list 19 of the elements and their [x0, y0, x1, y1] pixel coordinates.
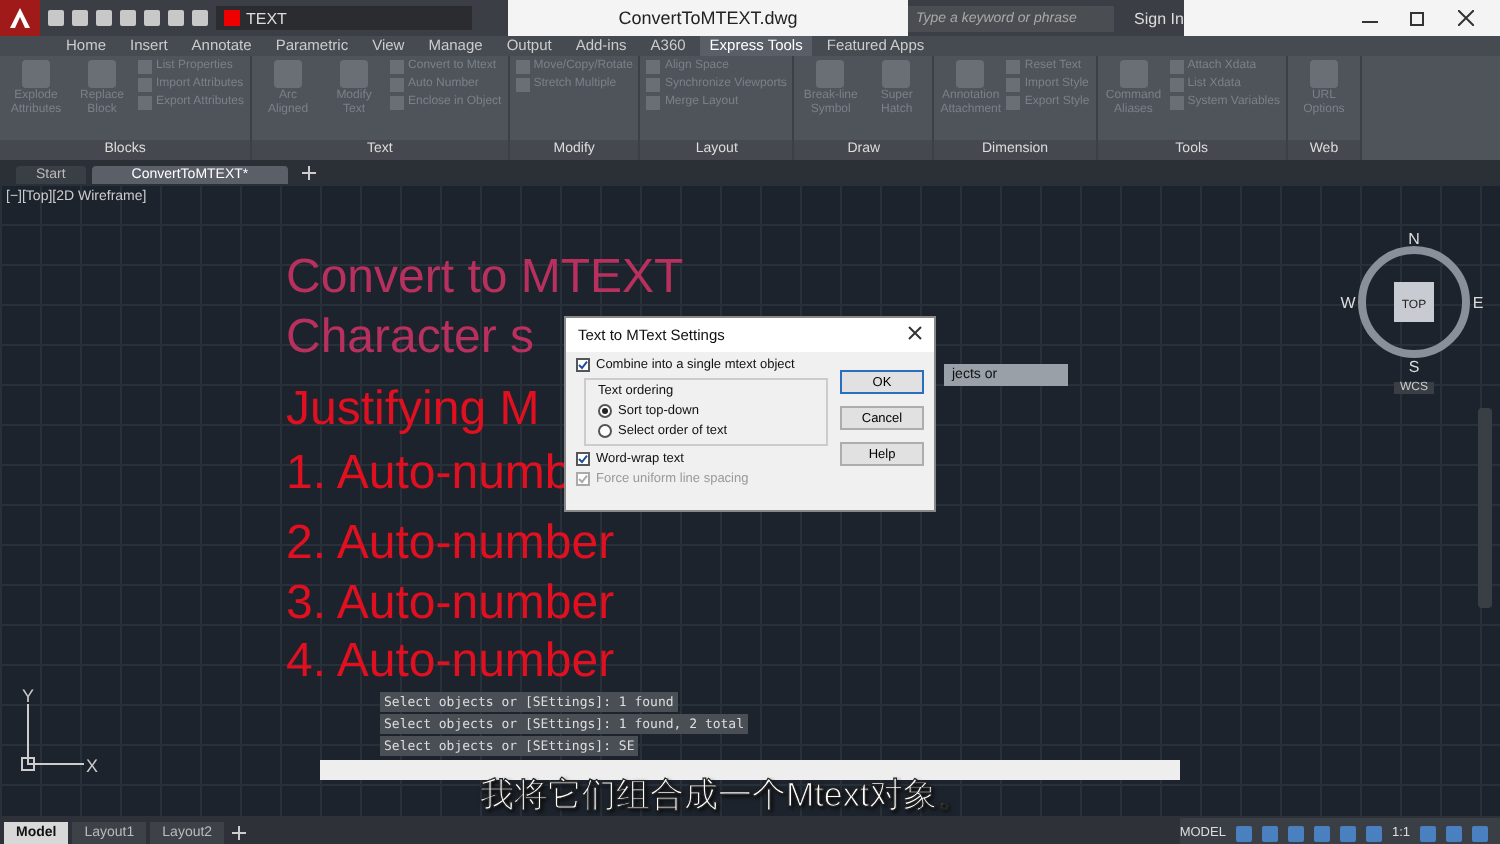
- sign-in-button[interactable]: Sign In: [1134, 9, 1184, 27]
- drawing-text: 4. Auto-number: [286, 636, 615, 688]
- drawing-text: Justifying M: [286, 384, 540, 436]
- drawing-text: 1. Auto-numb: [286, 448, 572, 500]
- drawing-canvas[interactable]: [0, 184, 1500, 816]
- close-icon[interactable]: [908, 326, 922, 344]
- layer-dropdown[interactable]: TEXT: [216, 6, 472, 30]
- app-logo-icon[interactable]: [0, 0, 40, 36]
- window-title: ConvertToMTEXT.dwg: [618, 8, 798, 28]
- command-line-field[interactable]: [320, 760, 1180, 780]
- drawing-text: 2. Auto-number: [286, 518, 615, 570]
- radio-button[interactable]: [598, 404, 612, 418]
- checkbox[interactable]: [576, 358, 590, 372]
- checkbox[interactable]: [576, 452, 590, 466]
- subtitle: 我将它们组合成一个Mtext对象。: [480, 778, 972, 814]
- drawing-text: Convert to MTEXT: [286, 252, 684, 304]
- radio-button[interactable]: [598, 424, 612, 438]
- drawing-text: Character s: [286, 312, 535, 364]
- drawing-text: 3. Auto-number: [286, 578, 615, 630]
